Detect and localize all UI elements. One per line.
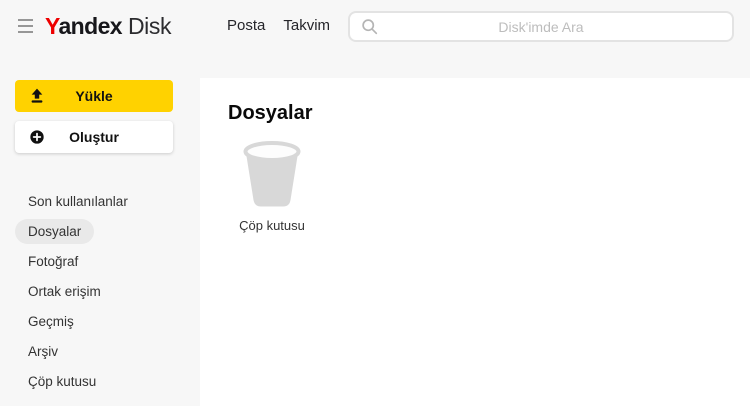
sidebar-item-label: Dosyalar [15,218,95,244]
logo-brand-rest: andex [58,12,122,39]
sidebar-nav: Son kullanılanlar Dosyalar Fotoğraf Orta… [0,186,200,396]
search-input[interactable] [350,13,732,40]
link-posta[interactable]: Posta [227,17,265,34]
sidebar-item-label: Arşiv [28,343,58,359]
sidebar-item-cop-kutusu[interactable]: Çöp kutusu [0,366,200,396]
trash-icon [243,141,301,207]
search-box [348,11,734,42]
sidebar-item-arsiv[interactable]: Arşiv [0,336,200,366]
plus-circle-icon [30,130,44,144]
logo-letter-y: Y [45,12,59,39]
sidebar-item-son-kullanilanlar[interactable]: Son kullanılanlar [0,186,200,216]
folder-tile-trash[interactable]: Çöp kutusu [223,141,321,233]
logo-brand: Yandex [45,12,123,40]
sidebar-item-ortak-erisim[interactable]: Ortak erişim [0,276,200,306]
top-bar: Yandex Disk Posta Takvim [0,0,750,55]
sidebar-item-label: Ortak erişim [28,283,101,299]
tile-label: Çöp kutusu [239,218,305,233]
search-icon [362,19,378,35]
sidebar-item-label: Geçmiş [28,313,74,329]
create-button[interactable]: Oluştur [15,121,173,153]
sidebar-item-gecmis[interactable]: Geçmiş [0,306,200,336]
content-panel: Dosyalar Çöp kutusu [200,78,750,406]
page-title: Dosyalar [228,102,313,124]
yandex-disk-page: Yandex Disk Posta Takvim Yükle [0,0,750,406]
header-nav: Posta Takvim [227,17,330,34]
sidebar-item-fotograf[interactable]: Fotoğraf [0,246,200,276]
logo-product: Disk [127,12,172,39]
hamburger-icon[interactable] [18,19,33,33]
sidebar-item-label: Çöp kutusu [28,373,97,389]
sidebar: Yükle Oluştur Son kullanılanlar Dosyalar… [0,55,200,406]
sidebar-item-dosyalar[interactable]: Dosyalar [0,216,200,246]
upload-button[interactable]: Yükle [15,80,173,112]
sidebar-item-label: Son kullanılanlar [28,193,128,209]
create-button-label: Oluştur [69,129,119,145]
link-takvim[interactable]: Takvim [283,17,330,34]
upload-icon [31,88,43,103]
yandex-disk-logo[interactable]: Yandex Disk [45,12,171,40]
upload-button-label: Yükle [75,88,113,104]
sidebar-item-label: Fotoğraf [28,253,79,269]
